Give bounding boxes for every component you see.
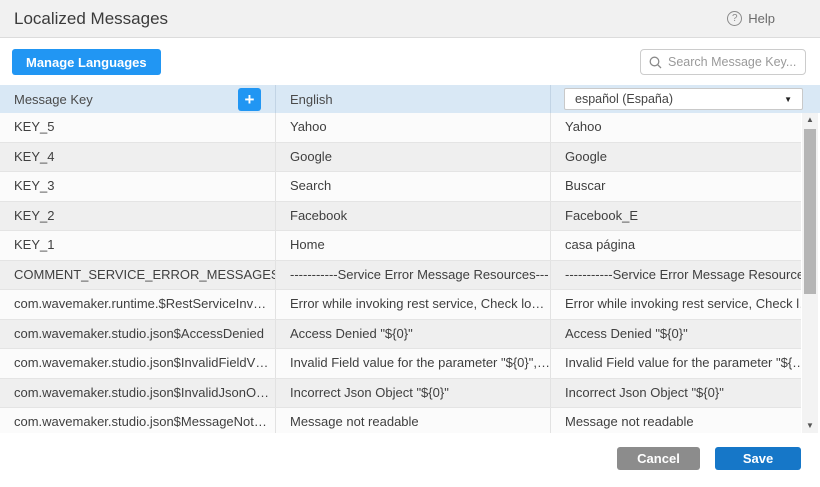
cell-english[interactable]: Access Denied "${0}" <box>275 320 550 349</box>
cell-english[interactable]: Error while invoking rest service, Check… <box>275 290 550 319</box>
help-link[interactable]: ? Help <box>727 11 806 26</box>
manage-languages-button[interactable]: Manage Languages <box>12 49 161 75</box>
cell-spanish[interactable]: Incorrect Json Object "${0}" <box>550 379 801 408</box>
table-row: COMMENT_SERVICE_ERROR_MESSAGES----------… <box>0 261 801 291</box>
cell-spanish[interactable]: Buscar <box>550 172 801 201</box>
cell-spanish[interactable]: casa página <box>550 231 801 260</box>
table-body: KEY_5YahooYahooKEY_4GoogleGoogleKEY_3Sea… <box>0 113 801 433</box>
cell-key[interactable]: KEY_4 <box>0 143 275 172</box>
table-header: Message Key + English español (España) ▼ <box>0 85 820 113</box>
column-header-english: English <box>275 85 550 113</box>
cell-key[interactable]: KEY_1 <box>0 231 275 260</box>
table-row: com.wavemaker.studio.json$InvalidJsonO…I… <box>0 379 801 409</box>
table-row: com.wavemaker.studio.json$MessageNot…Mes… <box>0 408 801 433</box>
table-row: com.wavemaker.studio.json$InvalidFieldV…… <box>0 349 801 379</box>
add-key-button[interactable]: + <box>238 88 261 111</box>
cell-english[interactable]: Search <box>275 172 550 201</box>
scrollbar-thumb[interactable] <box>804 129 816 294</box>
cell-english[interactable]: Message not readable <box>275 408 550 433</box>
search-icon <box>649 56 662 69</box>
cell-key[interactable]: com.wavemaker.studio.json$MessageNot… <box>0 408 275 433</box>
cell-spanish[interactable]: Invalid Field value for the parameter "$… <box>550 349 801 378</box>
cell-spanish[interactable]: Access Denied "${0}" <box>550 320 801 349</box>
column-header-message-key: Message Key + <box>0 85 275 113</box>
table-row: KEY_2FacebookFacebook_E <box>0 202 801 232</box>
cancel-button[interactable]: Cancel <box>617 447 700 470</box>
cell-key[interactable]: KEY_2 <box>0 202 275 231</box>
toolbar: Manage Languages <box>0 38 820 85</box>
cell-english[interactable]: Incorrect Json Object "${0}" <box>275 379 550 408</box>
titlebar: Localized Messages ? Help <box>0 0 820 38</box>
table-row: KEY_3SearchBuscar <box>0 172 801 202</box>
cell-english[interactable]: -----------Service Error Message Resourc… <box>275 261 550 290</box>
cell-english[interactable]: Facebook <box>275 202 550 231</box>
english-header-label: English <box>290 92 333 107</box>
localized-messages-dialog: Localized Messages ? Help Manage Languag… <box>0 0 820 487</box>
cell-spanish[interactable]: Yahoo <box>550 113 801 142</box>
cell-english[interactable]: Yahoo <box>275 113 550 142</box>
cell-english[interactable]: Invalid Field value for the parameter "$… <box>275 349 550 378</box>
cell-spanish[interactable]: -----------Service Error Message Resourc… <box>550 261 801 290</box>
cell-spanish[interactable]: Message not readable <box>550 408 801 433</box>
cell-key[interactable]: com.wavemaker.runtime.$RestServiceInv… <box>0 290 275 319</box>
cell-spanish[interactable]: Google <box>550 143 801 172</box>
chevron-down-icon: ▼ <box>784 95 792 104</box>
search-box[interactable] <box>640 49 806 75</box>
language-select-value: español (España) <box>575 92 673 106</box>
save-button[interactable]: Save <box>715 447 801 470</box>
help-icon: ? <box>727 11 742 26</box>
search-input[interactable] <box>668 55 797 69</box>
cell-english[interactable]: Google <box>275 143 550 172</box>
language-select[interactable]: español (España) ▼ <box>564 88 803 110</box>
cell-spanish[interactable]: Error while invoking rest service, Check… <box>550 290 801 319</box>
cell-spanish[interactable]: Facebook_E <box>550 202 801 231</box>
table-scrollbar[interactable]: ▲ ▼ <box>802 113 818 433</box>
cell-key[interactable]: com.wavemaker.studio.json$InvalidJsonO… <box>0 379 275 408</box>
table-row: com.wavemaker.studio.json$AccessDeniedAc… <box>0 320 801 350</box>
message-key-header-label: Message Key <box>14 92 93 107</box>
page-title: Localized Messages <box>14 9 168 29</box>
cell-key[interactable]: com.wavemaker.studio.json$InvalidFieldV… <box>0 349 275 378</box>
table-row: KEY_5YahooYahoo <box>0 113 801 143</box>
cell-key[interactable]: KEY_3 <box>0 172 275 201</box>
table-row: KEY_4GoogleGoogle <box>0 143 801 173</box>
cell-key[interactable]: COMMENT_SERVICE_ERROR_MESSAGES <box>0 261 275 290</box>
scroll-up-icon[interactable]: ▲ <box>802 113 818 127</box>
cell-key[interactable]: KEY_5 <box>0 113 275 142</box>
table-row: com.wavemaker.runtime.$RestServiceInv…Er… <box>0 290 801 320</box>
cell-key[interactable]: com.wavemaker.studio.json$AccessDenied <box>0 320 275 349</box>
table-row: KEY_1Homecasa página <box>0 231 801 261</box>
help-label: Help <box>748 11 775 26</box>
column-header-language: español (España) ▼ <box>550 85 820 113</box>
cell-english[interactable]: Home <box>275 231 550 260</box>
scroll-down-icon[interactable]: ▼ <box>802 419 818 433</box>
